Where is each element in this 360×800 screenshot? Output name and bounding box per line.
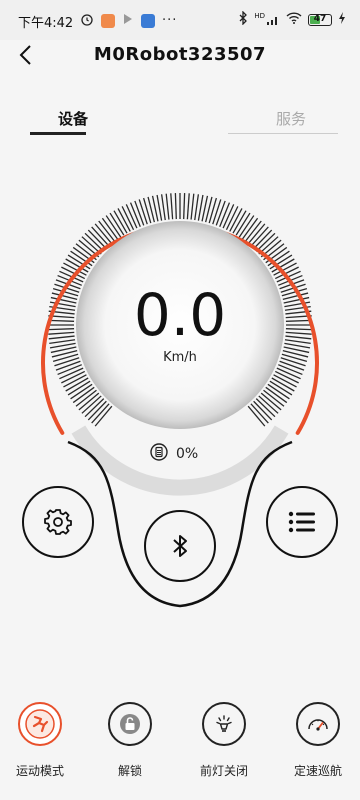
unlock-button[interactable]: 解锁 — [90, 702, 170, 779]
settings-button[interactable] — [22, 486, 94, 558]
play-icon — [122, 11, 134, 30]
sport-mode-icon — [18, 702, 62, 746]
tab-active-indicator — [30, 132, 86, 135]
gauge-tick — [194, 194, 200, 221]
status-notification-icons: ··· — [80, 11, 177, 30]
alarm-icon — [80, 11, 94, 30]
cruise-control-button[interactable]: 定速巡航 — [278, 702, 358, 779]
app-notification-icon — [101, 13, 115, 28]
gauge-tick — [186, 193, 190, 220]
gauge-tick — [57, 364, 82, 376]
gauge-tick — [129, 202, 141, 227]
cruise-control-label: 定速巡航 — [293, 764, 342, 778]
gauge-tick — [284, 342, 311, 349]
battery-level-text: 47 — [313, 13, 327, 24]
translate-app-icon — [141, 13, 155, 28]
device-battery: 0% — [150, 443, 198, 465]
hd-label: HD — [254, 11, 265, 20]
gauge-tick — [190, 193, 195, 220]
status-time: 下午4:42 — [18, 16, 74, 31]
gear-icon — [44, 509, 72, 535]
tab-device[interactable]: 设备 — [58, 108, 88, 129]
page-title: M0Robot323507 — [93, 44, 267, 65]
headlight-icon — [202, 702, 246, 746]
speed-value: 0.0 — [133, 281, 227, 349]
list-icon — [288, 511, 315, 533]
unlock-icon — [108, 702, 152, 746]
battery-icon: 47 — [308, 13, 332, 26]
speed-unit: Km/h — [163, 350, 197, 365]
device-battery-icon — [150, 443, 168, 465]
gauge-tick — [170, 193, 174, 220]
menu-button[interactable] — [266, 486, 338, 558]
gauge-tick — [134, 200, 145, 226]
gauge-tick — [183, 193, 186, 220]
gauge-tick — [165, 193, 170, 220]
tab-divider — [228, 133, 338, 134]
gauge-tick — [197, 194, 204, 221]
gauge-tick — [278, 364, 303, 376]
charging-icon — [338, 12, 346, 27]
bluetooth-status-icon — [238, 10, 248, 28]
headlight-label: 前灯关闭 — [199, 764, 248, 778]
tab-bar: 设备 服务 — [0, 100, 360, 136]
bottom-function-bar: 运动模式 解锁 前灯关闭 定速巡航 — [0, 694, 360, 800]
wifi-icon — [286, 12, 302, 27]
tab-service[interactable]: 服务 — [276, 108, 306, 129]
gauge-tick — [138, 199, 148, 225]
gauge-tick — [49, 342, 76, 349]
unlock-label: 解锁 — [117, 764, 142, 778]
bluetooth-icon — [173, 535, 187, 557]
gauge-tick — [156, 194, 163, 221]
sport-mode-button[interactable]: 运动模式 — [0, 702, 80, 779]
device-battery-percent: 0% — [176, 446, 199, 462]
status-system-icons: HD 47 — [238, 10, 346, 28]
sport-mode-label: 运动模式 — [15, 764, 64, 778]
cruise-control-icon — [296, 702, 340, 746]
signal-icon: HD — [254, 11, 280, 26]
headlight-button[interactable]: 前灯关闭 — [184, 702, 264, 779]
gauge-tick — [160, 194, 166, 221]
gauge-tick — [215, 200, 226, 226]
bluetooth-button[interactable] — [144, 510, 216, 582]
more-notifications-icon: ··· — [162, 13, 178, 28]
gauge-tick — [219, 202, 231, 227]
status-bar: 下午4:42 ··· HD 47 — [0, 0, 360, 40]
app-header: M0Robot323507 — [0, 40, 360, 76]
gauge-tick — [212, 199, 222, 225]
gauge-tick — [174, 193, 177, 220]
